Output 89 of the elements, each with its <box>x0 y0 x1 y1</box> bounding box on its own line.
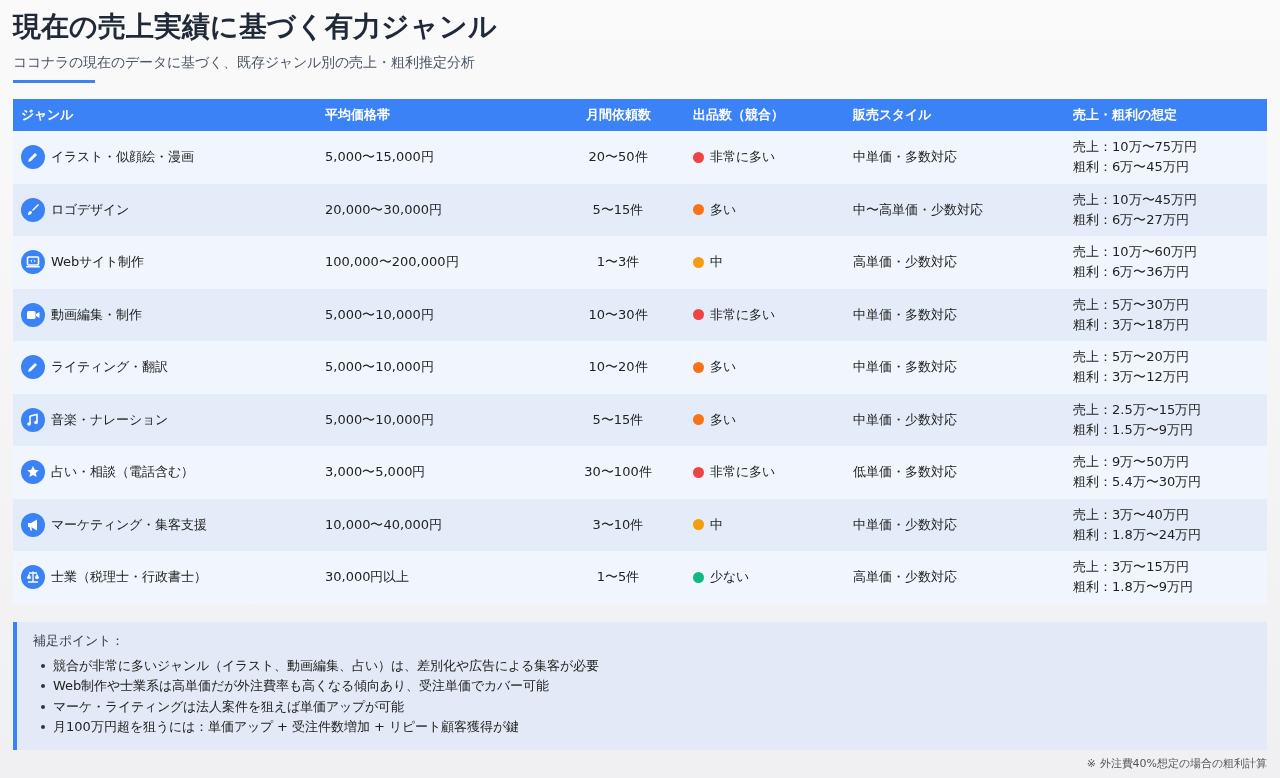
price-cell-text: 5,000〜10,000円 <box>324 305 435 324</box>
price-cell-text: 5,000〜10,000円 <box>324 410 435 429</box>
note-text: 競合が非常に多いジャンル（イラスト、動画編集、占い）は、差別化や広告による集客が必要 <box>53 656 599 675</box>
genre-name: 動画編集・制作 <box>51 305 142 324</box>
genre-name: 占い・相談（電話含む） <box>51 463 194 482</box>
scale-icon <box>21 565 45 590</box>
requests-cell-text: 20〜50件 <box>587 148 649 167</box>
sales-estimate: 売上：5万〜20万円 <box>1073 348 1190 367</box>
genre-name: 音楽・ナレーション <box>51 410 168 429</box>
brush-icon <box>21 197 45 222</box>
requests-cell-text: 1〜3件 <box>595 253 641 272</box>
video-camera-icon <box>21 302 45 327</box>
requests-cell-text: 1〜5件 <box>595 568 641 587</box>
pencil-icon <box>21 145 45 170</box>
column-header: 売上・粗利の想定 <box>1072 106 1178 124</box>
note-text: Web制作や士業系は高単価だが外注費率も高くなる傾向あり、受注単価でカバー可能 <box>53 677 550 695</box>
price-cell-text: 100,000〜200,000円 <box>324 253 460 272</box>
sales-estimate: 売上：3万〜15万円 <box>1073 558 1190 577</box>
profit-estimate: 粗利：1.8万〜9万円 <box>1073 578 1194 597</box>
column-header: 月間依頼数 <box>584 106 652 124</box>
page-title: 現在の売上実績に基づく有力ジャンル <box>13 9 498 45</box>
style-cell-text: 中単価・少数対応 <box>852 515 958 534</box>
competition-level: 中 <box>710 515 723 534</box>
competition-level: 非常に多い <box>710 463 775 482</box>
style-cell-text: 中単価・少数対応 <box>852 410 958 429</box>
genre-name: マーケティング・集客支援 <box>51 515 207 534</box>
column-header: 出品数（競合） <box>692 106 785 124</box>
price-cell-text: 20,000〜30,000円 <box>324 200 443 219</box>
note-text: マーケ・ライティングは法人案件を狙えば単価アップが可能 <box>53 697 404 716</box>
competition-level: 少ない <box>710 568 749 587</box>
column-header: 販売スタイル <box>852 106 932 124</box>
requests-cell-text: 30〜100件 <box>583 463 653 482</box>
notes-title: 補足ポイント： <box>33 631 125 650</box>
competition-level: 非常に多い <box>710 305 775 324</box>
style-cell-text: 低単価・多数対応 <box>852 463 958 482</box>
pencil-icon <box>21 355 45 380</box>
profit-estimate: 粗利：1.8万〜24万円 <box>1073 525 1203 544</box>
competition-level: 多い <box>710 358 736 377</box>
profit-estimate: 粗利：3万〜18万円 <box>1073 315 1190 334</box>
style-cell-text: 中単価・多数対応 <box>852 358 958 377</box>
style-cell-text: 中単価・多数対応 <box>852 305 958 324</box>
sales-estimate: 売上：10万〜75万円 <box>1073 138 1199 157</box>
sales-estimate: 売上：10万〜60万円 <box>1073 243 1199 262</box>
genre-name: 士業（税理士・行政書士） <box>51 568 207 587</box>
requests-cell-text: 10〜30件 <box>587 305 649 324</box>
genre-name: ライティング・翻訳 <box>51 358 168 377</box>
page-subtitle: ココナラの現在のデータに基づく、既存ジャンル別の売上・粗利推定分析 <box>13 53 476 72</box>
music-note-icon <box>21 407 45 432</box>
requests-cell-text: 5〜15件 <box>591 410 645 429</box>
column-header: 平均価格帯 <box>324 106 391 124</box>
price-cell-text: 10,000〜40,000円 <box>324 515 443 534</box>
profit-estimate: 粗利：6万〜45万円 <box>1073 158 1190 177</box>
column-header: ジャンル <box>20 106 74 124</box>
profit-estimate: 粗利：6万〜36万円 <box>1073 263 1190 282</box>
profit-estimate: 粗利：3万〜12万円 <box>1073 368 1190 387</box>
profit-estimate: 粗利：1.5万〜9万円 <box>1073 420 1194 439</box>
sales-estimate: 売上：10万〜45万円 <box>1073 190 1199 209</box>
price-cell-text: 5,000〜10,000円 <box>324 358 435 377</box>
style-cell-text: 中単価・多数対応 <box>852 148 958 167</box>
competition-level: 多い <box>710 410 736 429</box>
bullet-icon <box>41 663 45 668</box>
bullet-icon <box>41 725 45 730</box>
profit-estimate: 粗利：6万〜27万円 <box>1073 210 1190 229</box>
bullet-icon <box>41 684 45 689</box>
genre-name: イラスト・似顔絵・漫画 <box>51 148 194 167</box>
laptop-icon <box>21 250 45 275</box>
competition-level: 多い <box>710 200 736 219</box>
price-cell-text: 3,000〜5,000円 <box>324 463 427 482</box>
style-cell-text: 高単価・少数対応 <box>852 568 958 587</box>
genre-name: Webサイト制作 <box>51 253 145 272</box>
sales-estimate: 売上：5万〜30万円 <box>1073 295 1190 314</box>
profit-estimate: 粗利：5.4万〜30万円 <box>1073 473 1203 492</box>
style-cell-text: 高単価・少数対応 <box>852 253 958 272</box>
footnote: ※ 外注費40%想定の場合の粗利計算 <box>1085 755 1267 771</box>
requests-cell-text: 5〜15件 <box>591 200 645 219</box>
genre-name: ロゴデザイン <box>51 200 129 219</box>
requests-cell-text: 3〜10件 <box>591 515 645 534</box>
competition-level: 非常に多い <box>710 148 775 167</box>
style-cell-text: 中〜高単価・少数対応 <box>852 200 984 219</box>
sales-estimate: 売上：2.5万〜15万円 <box>1073 400 1203 419</box>
price-cell-text: 30,000円以上 <box>324 568 411 587</box>
megaphone-icon <box>21 512 45 537</box>
requests-cell-text: 10〜20件 <box>587 358 649 377</box>
sales-estimate: 売上：3万〜40万円 <box>1073 505 1190 524</box>
bullet-icon <box>41 704 45 709</box>
competition-level: 中 <box>710 253 723 272</box>
price-cell-text: 5,000〜15,000円 <box>324 148 435 167</box>
note-text: 月100万円超を狙うには：単価アップ + 受注件数増加 + リピート顧客獲得が鍵 <box>53 718 520 736</box>
sales-estimate: 売上：9万〜50万円 <box>1073 453 1190 472</box>
